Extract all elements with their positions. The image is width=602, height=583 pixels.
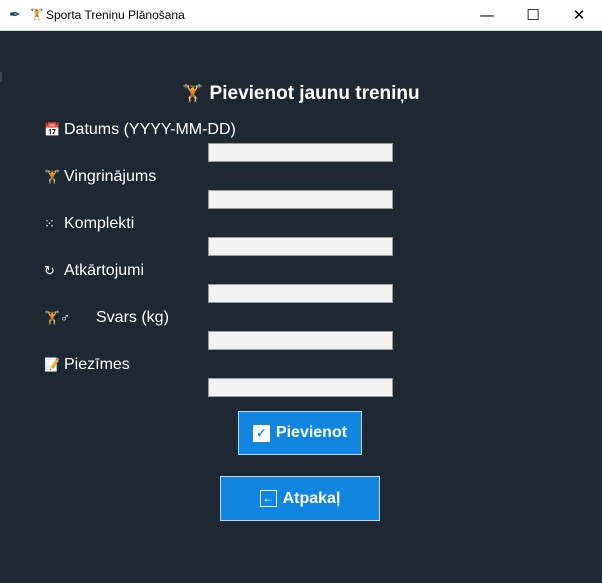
notes-label-text: Piezīmes bbox=[64, 356, 130, 373]
date-label-text: Datums (YYYY-MM-DD) bbox=[64, 121, 236, 138]
notes-label: 📝 Piezīmes bbox=[44, 356, 130, 374]
reps-label-text: Atkārtojumi bbox=[64, 262, 145, 279]
dots-icon: ⁙ bbox=[44, 216, 55, 231]
date-input[interactable] bbox=[208, 143, 393, 162]
form-heading: 🏋 Pievienot jaunu treniņu bbox=[0, 83, 602, 105]
exercise-label-text: Vingrinājums bbox=[64, 168, 157, 185]
exercise-input[interactable] bbox=[208, 190, 393, 209]
dumbbell-icon: 🏋 bbox=[182, 84, 204, 103]
back-button-label: Atpakaļ bbox=[282, 489, 341, 507]
minimize-button[interactable]: — bbox=[464, 0, 510, 30]
window-title: Sporta Treniņu Plānošana bbox=[46, 8, 185, 22]
add-button[interactable]: ✓ Pievienot bbox=[238, 411, 362, 455]
resize-edge bbox=[0, 72, 2, 82]
reps-label: ↻ Atkārtojumi bbox=[44, 262, 144, 280]
notes-input[interactable] bbox=[208, 378, 393, 397]
checkmark-icon: ✓ bbox=[252, 424, 270, 442]
weightlifter-icon: 🏋♂ bbox=[44, 310, 70, 325]
dumbbell-icon: 🏋 bbox=[44, 169, 61, 184]
dumbbell-icon: 🏋 bbox=[30, 9, 44, 21]
title-bar: ✒ 🏋 Sporta Treniņu Plānošana — ☐ ✕ bbox=[0, 0, 602, 31]
maximize-button[interactable]: ☐ bbox=[510, 0, 556, 30]
add-button-label: Pievienot bbox=[275, 424, 348, 441]
arrow-left-icon: ← bbox=[259, 490, 277, 507]
back-button[interactable]: ← Atpakaļ bbox=[220, 476, 380, 521]
date-label: 📅 Datums (YYYY-MM-DD) bbox=[44, 121, 236, 139]
calendar-icon: 📅 bbox=[44, 122, 61, 137]
reps-input[interactable] bbox=[208, 284, 393, 303]
main-content: 🏋 Pievienot jaunu treniņu 📅 Datums (YYYY-M… bbox=[0, 31, 602, 583]
memo-icon: 📝 bbox=[44, 357, 61, 372]
repeat-icon: ↻ bbox=[44, 263, 55, 278]
sets-input[interactable] bbox=[208, 237, 393, 256]
weight-label: 🏋♂ Svars (kg) bbox=[44, 309, 169, 327]
weight-label-text: Svars (kg) bbox=[96, 309, 169, 326]
feather-icon: ✒ bbox=[9, 6, 21, 22]
sets-label-text: Komplekti bbox=[64, 215, 135, 232]
sets-label: ⁙ Komplekti bbox=[44, 215, 134, 233]
form-heading-text: Pievienot jaunu treniņu bbox=[209, 83, 420, 104]
close-button[interactable]: ✕ bbox=[556, 0, 602, 30]
exercise-label: 🏋 Vingrinājums bbox=[44, 168, 156, 186]
weight-input[interactable] bbox=[208, 331, 393, 350]
